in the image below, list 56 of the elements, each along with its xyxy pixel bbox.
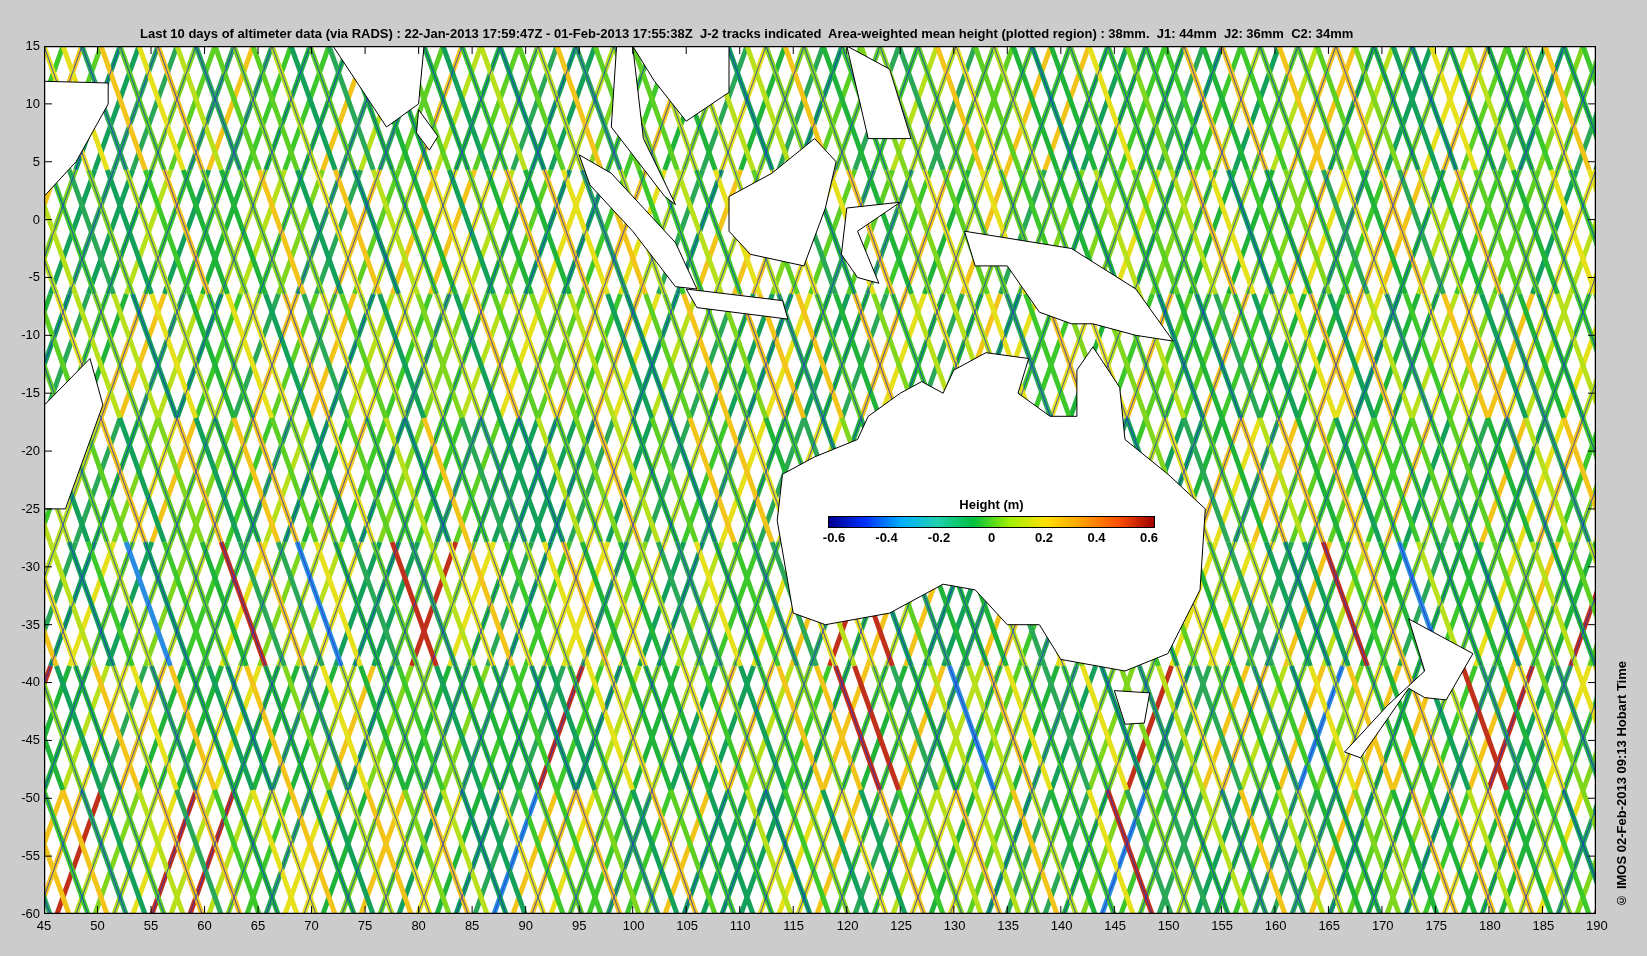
axis-tick-label: 0: [32, 211, 40, 228]
axis-tick-label: 50: [89, 918, 106, 935]
axis-tick-label: 190: [1585, 918, 1606, 935]
axis-tick-label: 135: [997, 918, 1018, 935]
colorbar-tick-label: -0.4: [874, 530, 899, 546]
axis-tick-label: 65: [249, 918, 267, 935]
axis-tick-label: 75: [356, 918, 374, 935]
axis-tick-label: 180: [1478, 918, 1499, 935]
axis-tick-label: 45: [35, 918, 53, 935]
axis-tick-label: 55: [142, 918, 160, 935]
axis-tick-label: 150: [1157, 918, 1178, 935]
axis-tick-label: 60: [196, 918, 213, 935]
axis-tick-label: 170: [1371, 918, 1392, 935]
axis-tick-label: -10: [21, 327, 40, 344]
axis-tick-label: 90: [517, 918, 534, 935]
axis-tick-label: -60: [21, 905, 40, 921]
axis-tick-label: 5: [32, 153, 40, 170]
chart-title: Last 10 days of altimeter data (via RADS) : 22-Jan-2013 17:59:47Z - 01-Feb-2013 17:55:38Z J-2 tracks indicated Area-weighted mean height (plotted region) : 38mm. J1: 44mm J2: 36mm C2: 34mm: [140, 26, 1354, 41]
copyright-text: © IMOS 02-Feb-2013 09:13 Hobart Time: [1614, 661, 1629, 908]
axis-tick-label: 155: [1211, 918, 1232, 935]
axis-tick-label: 15: [25, 38, 40, 54]
axis-tick-label: -20: [21, 443, 40, 459]
axis-tick-label: 95: [570, 918, 588, 935]
colorbar-tick-label: 0.4: [1086, 530, 1107, 546]
axis-tick-label: 140: [1050, 918, 1071, 935]
colorbar-tick-label: 0.6: [1138, 530, 1160, 546]
axis-tick-label: -15: [21, 385, 40, 402]
axis-tick-label: 115: [783, 918, 804, 935]
axis-tick-label: 130: [943, 918, 964, 935]
axis-tick-label: 105: [676, 918, 697, 935]
axis-tick-label: -45: [21, 732, 40, 749]
colorbar-tick-label: 0: [986, 530, 997, 546]
axis-tick-label: 85: [463, 918, 481, 935]
axis-tick-label: 165: [1318, 918, 1339, 935]
axis-tick-label: -40: [21, 674, 40, 691]
axis-tick-label: 100: [622, 918, 643, 935]
axis-tick-label: 185: [1532, 918, 1553, 935]
colorbar-tick-label: 0.2: [1033, 530, 1055, 546]
colorbar-tick-label: -0.6: [821, 530, 847, 546]
axis-tick-label: -5: [28, 269, 40, 286]
axis-tick-label: 125: [890, 918, 911, 935]
axis-tick-label: 175: [1425, 918, 1446, 935]
axis-tick-label: 120: [836, 918, 857, 935]
axis-tick-label: 80: [410, 918, 427, 935]
axis-tick-label: -25: [21, 500, 40, 517]
axis-tick-label: -35: [21, 616, 40, 633]
axis-tick-label: 70: [303, 918, 320, 935]
colorbar-title: Height (m): [959, 497, 1024, 513]
colorbar-tick-label: -0.2: [926, 530, 952, 546]
axis-tick-label: -55: [21, 848, 40, 865]
axis-tick-label: 145: [1104, 918, 1125, 935]
axis-tick-label: -30: [21, 558, 40, 575]
axis-tick-label: -50: [21, 790, 40, 807]
axis-tick-label: 160: [1264, 918, 1285, 935]
axis-tick-label: 10: [25, 95, 40, 112]
axis-tick-label: 110: [729, 918, 750, 935]
